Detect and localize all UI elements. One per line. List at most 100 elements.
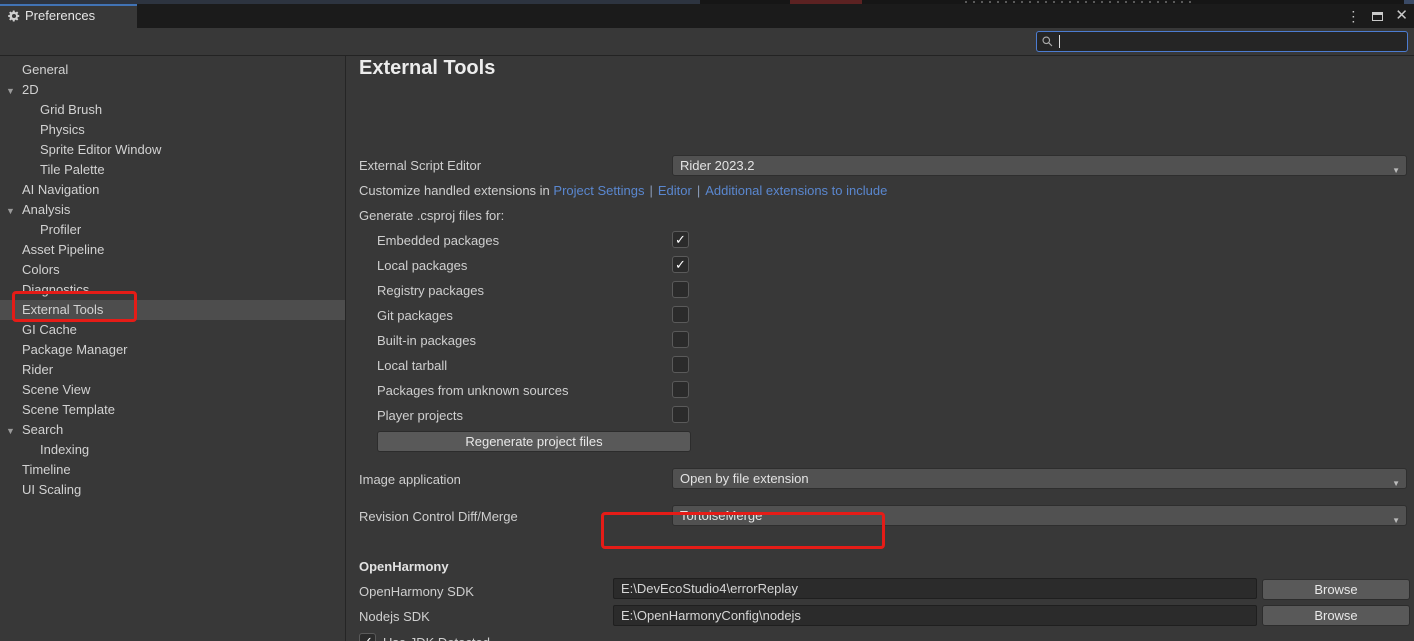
sidebar-item-ai-navigation[interactable]: AI Navigation	[0, 180, 345, 200]
sidebar-item-label: Rider	[22, 362, 53, 377]
git-packages-checkbox[interactable]	[672, 306, 689, 323]
search-icon	[1041, 35, 1054, 48]
tab-title: Preferences	[25, 8, 95, 23]
link-separator: |	[644, 183, 657, 198]
checkbox-label: Git packages	[377, 307, 453, 325]
revision-control-dropdown[interactable]: TortoiseMerge ▼	[672, 505, 1407, 526]
image-application-dropdown[interactable]: Open by file extension ▼	[672, 468, 1407, 489]
sidebar-item-ui-scaling[interactable]: UI Scaling	[0, 480, 345, 500]
openharmony-section-title: OpenHarmony	[359, 558, 449, 576]
revision-control-label: Revision Control Diff/Merge	[359, 508, 518, 526]
sidebar-item-scene-template[interactable]: Scene Template	[0, 400, 345, 420]
csproj-row-registry-packages: Registry packages	[346, 280, 1414, 302]
sidebar-item-external-tools[interactable]: External Tools	[0, 300, 345, 320]
sidebar-item-asset-pipeline[interactable]: Asset Pipeline	[0, 240, 345, 260]
tab-preferences[interactable]: Preferences	[0, 4, 137, 28]
window-controls: ⋮ ✕	[1346, 4, 1408, 28]
search-input[interactable]	[1036, 31, 1408, 52]
sidebar-item-sprite-editor-window[interactable]: Sprite Editor Window	[0, 140, 345, 160]
sidebar-item-general[interactable]: General	[0, 60, 345, 80]
sidebar-item-label: Colors	[22, 262, 60, 277]
maximize-icon[interactable]	[1372, 12, 1383, 21]
link-editor[interactable]: Editor	[658, 183, 692, 198]
nodejs-sdk-browse-button[interactable]: Browse	[1262, 605, 1410, 626]
csproj-row-packages-from-unknown-sources: Packages from unknown sources	[346, 380, 1414, 402]
image-application-label: Image application	[359, 471, 461, 489]
sidebar-item-label: UI Scaling	[22, 482, 81, 497]
sidebar-tree: General▼2D Grid Brush Physics Sprite Editor…	[0, 56, 345, 641]
sidebar-item-indexing[interactable]: Indexing	[0, 440, 345, 460]
sidebar-item-diagnostics[interactable]: Diagnostics	[0, 280, 345, 300]
sidebar-item-profiler[interactable]: Profiler	[0, 220, 345, 240]
collapse-triangle-icon[interactable]: ▼	[6, 421, 15, 441]
csproj-row-player-projects: Player projects	[346, 405, 1414, 427]
sidebar-item-label: Grid Brush	[40, 102, 102, 117]
sidebar-item-label: Physics	[40, 122, 85, 137]
csproj-row-built-in-packages: Built-in packages	[346, 330, 1414, 352]
gear-icon	[7, 9, 21, 23]
link-additional-extensions[interactable]: Additional extensions to include	[705, 183, 887, 198]
registry-packages-checkbox[interactable]	[672, 281, 689, 298]
sidebar-item-label: External Tools	[22, 302, 103, 317]
sidebar-item-package-manager[interactable]: Package Manager	[0, 340, 345, 360]
search-field-wrap	[1036, 31, 1408, 52]
use-jdk-detected-checkbox[interactable]: ✓	[359, 633, 376, 641]
sidebar-item-scene-view[interactable]: Scene View	[0, 380, 345, 400]
csproj-row-local-packages: Local packages✓	[346, 255, 1414, 277]
openharmony-sdk-label: OpenHarmony SDK	[359, 583, 474, 601]
sidebar-item-analysis[interactable]: ▼Analysis	[0, 200, 345, 220]
chevron-down-icon: ▼	[1392, 511, 1400, 530]
regenerate-project-files-button[interactable]: Regenerate project files	[377, 431, 691, 452]
collapse-triangle-icon[interactable]: ▼	[6, 201, 15, 221]
tab-strip: Preferences ⋮ ✕	[0, 4, 1414, 28]
sidebar-item-label: Tile Palette	[40, 162, 105, 177]
link-project-settings[interactable]: Project Settings	[553, 183, 644, 198]
embedded-packages-checkbox[interactable]: ✓	[672, 231, 689, 248]
sidebar-item-label: Timeline	[22, 462, 71, 477]
sidebar-item-label: Indexing	[40, 442, 89, 457]
local-tarball-checkbox[interactable]	[672, 356, 689, 373]
kebab-menu-icon[interactable]: ⋮	[1346, 9, 1360, 23]
sidebar-item-gi-cache[interactable]: GI Cache	[0, 320, 345, 340]
toolbar	[0, 28, 1414, 56]
openharmony-sdk-field[interactable]: E:\DevEcoStudio4\errorReplay	[613, 578, 1257, 599]
sliver-dots	[965, 1, 1197, 3]
tab-accent-line	[0, 4, 137, 6]
nodejs-sdk-label: Nodejs SDK	[359, 608, 430, 626]
csproj-row-git-packages: Git packages	[346, 305, 1414, 327]
sidebar-item-colors[interactable]: Colors	[0, 260, 345, 280]
local-packages-checkbox[interactable]: ✓	[672, 256, 689, 273]
collapse-triangle-icon[interactable]: ▼	[6, 81, 15, 101]
text-caret	[1059, 35, 1060, 48]
external-script-editor-dropdown[interactable]: Rider 2023.2 ▼	[672, 155, 1407, 176]
csproj-row-embedded-packages: Embedded packages✓	[346, 230, 1414, 252]
chevron-down-icon: ▼	[1392, 474, 1400, 493]
main-panel: External Tools External Script Editor Ri…	[346, 56, 1414, 641]
sidebar-item-label: Scene View	[22, 382, 90, 397]
sidebar-item-tile-palette[interactable]: Tile Palette	[0, 160, 345, 180]
dropdown-value: Rider 2023.2	[680, 158, 754, 173]
openharmony-sdk-browse-button[interactable]: Browse	[1262, 579, 1410, 600]
sidebar-item-rider[interactable]: Rider	[0, 360, 345, 380]
sidebar-item-grid-brush[interactable]: Grid Brush	[0, 100, 345, 120]
link-separator: |	[692, 183, 705, 198]
content-area: General▼2D Grid Brush Physics Sprite Editor…	[0, 56, 1414, 641]
nodejs-sdk-field[interactable]: E:\OpenHarmonyConfig\nodejs	[613, 605, 1257, 626]
checkbox-label: Registry packages	[377, 282, 484, 300]
sidebar-item-search[interactable]: ▼ Search	[0, 420, 345, 440]
sidebar-item-label: Profiler	[40, 222, 81, 237]
sidebar-item-physics[interactable]: Physics	[0, 120, 345, 140]
generate-csproj-label: Generate .csproj files for:	[359, 207, 504, 225]
sidebar-item-label: AI Navigation	[22, 182, 99, 197]
packages-from-unknown-sources-checkbox[interactable]	[672, 381, 689, 398]
external-script-editor-label: External Script Editor	[359, 157, 481, 175]
sidebar-item-label: Search	[22, 422, 63, 437]
sidebar-item-timeline[interactable]: Timeline	[0, 460, 345, 480]
sidebar-item-2d[interactable]: ▼2D	[0, 80, 345, 100]
built-in-packages-checkbox[interactable]	[672, 331, 689, 348]
close-icon[interactable]: ✕	[1395, 9, 1408, 23]
sidebar-item-label: Asset Pipeline	[22, 242, 104, 257]
player-projects-checkbox[interactable]	[672, 406, 689, 423]
page-title: External Tools	[359, 57, 495, 80]
checkbox-label: Local tarball	[377, 357, 447, 375]
